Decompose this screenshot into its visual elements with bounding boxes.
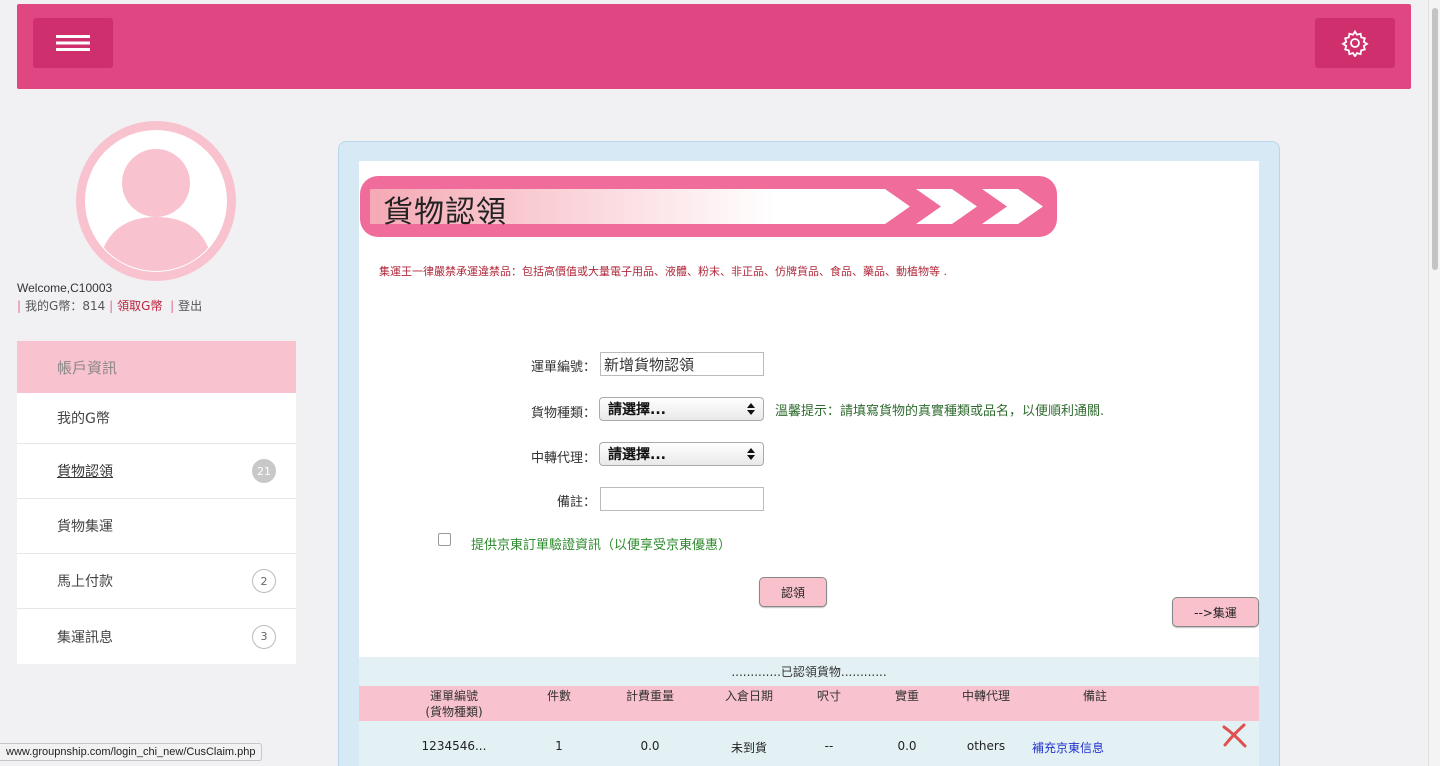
claimed-table-header: 運單編號 (貨物種類) 件數 計費重量 入倉日期 呎寸 實重 中轉代理 備註 [359,686,1259,721]
date-cell: 未到貨 [730,741,767,755]
cargo-type-selected: 請選擇... [608,402,666,418]
sidebar: 帳戶資訊 我的G幣 貨物認領 21 貨物集運 馬上付款 2 集運訊息 3 [17,341,296,664]
my-coins-text: 我的G幣：814 [25,299,106,313]
claimed-section-label: .............已認領貨物............ [359,657,1259,686]
waybill-input[interactable] [600,352,764,376]
logout-link[interactable]: 登出 [178,299,202,313]
column-header: 備註 [1082,689,1107,703]
waybill-label: 運單編號： [530,360,596,375]
cargo-type-hint: 溫馨提示：請填寫貨物的真實種類或品名，以便順利通關. [775,404,1105,419]
agent-label: 中轉代理： [530,451,596,466]
menu-button[interactable] [33,18,113,68]
separator: | [17,299,22,313]
cargo-type-label: 貨物種類： [530,406,596,421]
scrollbar-thumb[interactable] [1432,8,1438,270]
actual-weight-cell: 0.0 [897,739,917,753]
window-scrollbar[interactable] [1428,0,1440,766]
status-bar-url: www.groupnship.com/login_chi_new/CusClai… [0,743,263,761]
column-header: 中轉代理 [961,689,1010,703]
waybill-cell: 1234546... [421,739,487,753]
column-header: 件數 [546,689,571,703]
select-arrows-icon [747,448,755,460]
column-header: 運單編號 (貨物種類) [425,689,483,719]
sidebar-item-label: 集運訊息 [57,629,113,646]
column-header: 呎寸 [816,689,841,703]
sidebar-item-shipping-messages[interactable]: 集運訊息 3 [17,609,296,664]
separator: | [170,299,175,313]
remark-label: 備註： [556,495,596,510]
column-header: 入倉日期 [724,689,773,703]
jd-verify-checkbox[interactable] [438,533,451,546]
agent-select[interactable]: 請選擇... [599,442,764,466]
page-title: 貨物認領 [383,195,507,230]
charge-weight-cell: 0.0 [640,739,660,753]
sidebar-item-label: 馬上付款 [57,574,113,590]
sidebar-item-label: 貨物認領 [57,464,113,480]
avatar-icon [76,121,236,281]
settings-button[interactable] [1315,18,1395,68]
count-badge: 3 [252,624,276,649]
count-badge: 21 [252,459,276,483]
top-navbar [17,4,1411,89]
agent-cell: others [966,739,1006,753]
go-consolidate-button[interactable]: -->集運 [1172,597,1259,627]
sidebar-header: 帳戶資訊 [17,341,296,393]
cargo-type-select[interactable]: 請選擇... [599,397,764,421]
sidebar-item-label: 貨物集運 [57,519,113,535]
claim-button[interactable]: 認領 [759,577,827,607]
delete-icon[interactable] [1220,722,1248,750]
separator: | [109,299,114,313]
sidebar-item-consolidation[interactable]: 貨物集運 [17,499,296,554]
hamburger-icon [56,35,90,51]
gear-icon [1341,29,1369,57]
sidebar-item-label: 我的G幣 [57,411,110,427]
jd-verify-label[interactable]: 提供京東訂單驗證資訊（以便享受京東優惠） [471,534,731,553]
table-row: 1234546... 1 0.0 未到貨 -- 0.0 others 補充京東信… [359,721,1259,766]
count-badge: 2 [252,569,276,593]
get-coins-link[interactable]: 領取G幣 [117,299,162,313]
sidebar-item-cargo-claim[interactable]: 貨物認領 21 [17,444,296,499]
user-coins-line: | 我的G幣：814 | 領取G幣 | 登出 [17,297,202,314]
sidebar-item-pay-now[interactable]: 馬上付款 2 [17,554,296,609]
agent-selected: 請選擇... [608,447,666,463]
column-header: 實重 [894,689,919,703]
prohibited-notice: 集運王一律嚴禁承運違禁品：包括高價值或大量電子用品、液體、粉末、非正品、仿牌貨品… [379,265,947,278]
add-jd-info-link[interactable]: 補充京東信息 [1023,739,1113,756]
column-header: 計費重量 [625,689,674,703]
welcome-text: Welcome,C10003 [17,281,113,295]
size-cell: -- [824,739,834,753]
select-arrows-icon [747,403,755,415]
pieces-cell: 1 [555,739,563,753]
sidebar-item-my-coins[interactable]: 我的G幣 [17,393,296,444]
remark-input[interactable] [600,487,764,511]
